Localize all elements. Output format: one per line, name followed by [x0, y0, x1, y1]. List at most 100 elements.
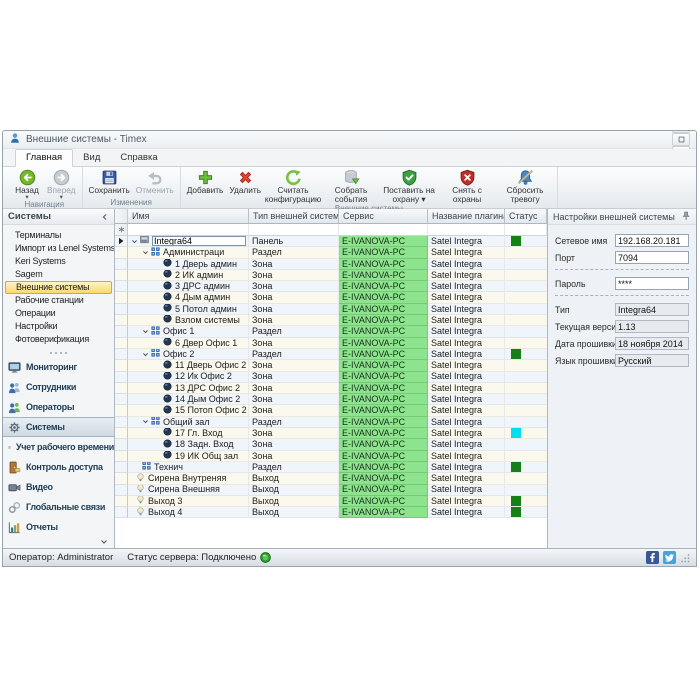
expand-arrow[interactable]	[141, 249, 150, 256]
save-button[interactable]: Сохранить	[86, 168, 133, 195]
ribbon-tab[interactable]: Вид	[73, 150, 110, 166]
node-name-label: 12 Ик Офис 2	[175, 372, 232, 382]
field-input[interactable]	[615, 234, 689, 247]
expand-arrow[interactable]	[141, 328, 150, 335]
filter-cell[interactable]	[339, 224, 428, 236]
nav-item-operators[interactable]: Операторы	[3, 397, 114, 417]
collapse-left-icon[interactable]	[101, 213, 109, 221]
expand-arrow[interactable]	[141, 351, 150, 358]
filter-cell[interactable]	[428, 224, 505, 236]
table-row[interactable]: 11 Дверь Офис 2ЗонаE-IVANOVA-PCSatel Int…	[115, 360, 547, 371]
collapse-left-icon[interactable]	[101, 209, 109, 226]
facebook-icon[interactable]	[646, 551, 659, 564]
arm-button[interactable]: Поставить на охрану ▾	[380, 168, 438, 204]
table-row[interactable]: 17 Гл. ВходЗонаE-IVANOVA-PCSatel Integra	[115, 428, 547, 439]
cell-name: 14 Дым Офис 2	[128, 394, 249, 405]
nav-item-monitoring[interactable]: Мониторинг	[3, 357, 114, 377]
table-row[interactable]: ПанельE-IVANOVA-PCSatel Integra	[115, 236, 547, 247]
sidebar-item[interactable]: Sagem	[3, 268, 114, 281]
field-separator	[555, 295, 689, 296]
read-config-button[interactable]: Считать конфигурацию	[264, 168, 322, 204]
table-row[interactable]: Офис 1РазделE-IVANOVA-PCSatel Integra	[115, 326, 547, 337]
facebook-icon[interactable]	[646, 551, 659, 564]
disarm-button[interactable]: Снять с охраны	[438, 168, 496, 204]
add-button[interactable]: Добавить	[184, 168, 227, 195]
nav-item-access[interactable]: Контроль доступа	[3, 457, 114, 477]
twitter-icon[interactable]	[663, 551, 676, 564]
nav-item-links[interactable]: Глобальные связи	[3, 497, 114, 517]
sidebar-splitter[interactable]	[3, 348, 114, 357]
expand-arrow[interactable]	[130, 238, 139, 245]
title-bar[interactable]: Внешние системы - Timex	[3, 131, 696, 149]
maximize-button[interactable]	[672, 133, 690, 146]
sidebar-item[interactable]: Настройки	[3, 320, 114, 333]
table-row[interactable]: 2 ИК админЗонаE-IVANOVA-PCSatel Integra	[115, 270, 547, 281]
column-header[interactable]: Имя	[128, 209, 249, 224]
table-row[interactable]: Сирена ВнутреняяВыходE-IVANOVA-PCSatel I…	[115, 473, 547, 484]
zone-icon	[163, 360, 172, 368]
nav-item-time[interactable]: Учет рабочего времени	[3, 437, 114, 457]
ribbon-tab[interactable]: Справка	[110, 150, 167, 166]
table-row[interactable]: Офис 2РазделE-IVANOVA-PCSatel Integra	[115, 349, 547, 360]
expand-arrow[interactable]	[141, 418, 150, 425]
filter-cell[interactable]	[505, 224, 547, 236]
table-row[interactable]: 13 ДРС Офис 2ЗонаE-IVANOVA-PCSatel Integ…	[115, 383, 547, 394]
reset-alarm-button[interactable]: Сбросить тревогу	[496, 168, 554, 204]
nav-item-systems[interactable]: Системы	[3, 417, 114, 437]
sidebar-group-header[interactable]: Системы	[3, 209, 114, 225]
forward-button[interactable]: Вперед▾	[44, 168, 79, 200]
table-row[interactable]: 15 Потоп Офис 2ЗонаE-IVANOVA-PCSatel Int…	[115, 405, 547, 416]
table-row[interactable]: 3 ДРС админЗонаE-IVANOVA-PCSatel Integra	[115, 281, 547, 292]
sidebar-item[interactable]: Терминалы	[3, 229, 114, 242]
ribbon-tab[interactable]: Главная	[15, 149, 73, 167]
table-row[interactable]: 4 Дым админЗонаE-IVANOVA-PCSatel Integra	[115, 292, 547, 303]
table-row[interactable]: 6 Двер Офис 1ЗонаE-IVANOVA-PCSatel Integ…	[115, 338, 547, 349]
cell-service: E-IVANOVA-PC	[339, 360, 428, 371]
delete-button[interactable]: Удалить	[226, 168, 264, 195]
nav-item-label: Операторы	[26, 402, 74, 412]
cell-name: Офис 2	[128, 349, 249, 360]
twitter-icon[interactable]	[663, 551, 676, 564]
table-row[interactable]: 14 Дым Офис 2ЗонаE-IVANOVA-PCSatel Integ…	[115, 394, 547, 405]
table-row[interactable]: 1 Дверь админЗонаE-IVANOVA-PCSatel Integ…	[115, 259, 547, 270]
name-editor-input[interactable]	[152, 236, 246, 246]
sidebar-item[interactable]: Внешние системы	[5, 281, 112, 294]
field-input[interactable]	[615, 251, 689, 264]
table-row[interactable]: Сирена ВнешняяВыходE-IVANOVA-PCSatel Int…	[115, 485, 547, 496]
resize-grip[interactable]	[680, 553, 690, 563]
collect-events-button[interactable]: Собрать события	[322, 168, 380, 204]
field-input[interactable]	[615, 277, 689, 290]
table-row[interactable]: Общий залРазделE-IVANOVA-PCSatel Integra	[115, 417, 547, 428]
table-row[interactable]: Взлом системыЗонаE-IVANOVA-PCSatel Integ…	[115, 315, 547, 326]
nav-item-video[interactable]: Видео	[3, 477, 114, 497]
cell-type: Панель	[249, 236, 339, 247]
sidebar-item[interactable]: Фотоверификация	[3, 333, 114, 346]
column-header[interactable]: Название плагина	[428, 209, 505, 224]
table-row[interactable]: 12 Ик Офис 2ЗонаE-IVANOVA-PCSatel Integr…	[115, 372, 547, 383]
table-row[interactable]: 19 ИК Общ залЗонаE-IVANOVA-PCSatel Integ…	[115, 451, 547, 462]
nav-item-employees[interactable]: Сотрудники	[3, 377, 114, 397]
column-header[interactable]: Тип внешней системы	[249, 209, 339, 224]
filter-cell[interactable]	[128, 224, 249, 236]
table-row[interactable]: Выход 4ВыходE-IVANOVA-PCSatel Integra	[115, 507, 547, 518]
column-header[interactable]: Статус	[505, 209, 547, 224]
table-row[interactable]: 18 Задн. ВходЗонаE-IVANOVA-PCSatel Integ…	[115, 439, 547, 450]
pin-icon[interactable]	[681, 211, 691, 221]
column-header[interactable]: Сервис	[339, 209, 428, 224]
sidebar-item[interactable]: Keri Systems	[3, 255, 114, 268]
table-filter-row	[115, 224, 547, 236]
pin-icon[interactable]	[681, 208, 691, 226]
nav-item-reports[interactable]: Отчеты	[3, 517, 114, 537]
sidebar-item[interactable]: Рабочие станции	[3, 294, 114, 307]
undo-button[interactable]: Отменить	[133, 168, 177, 195]
sidebar-item[interactable]: Операции	[3, 307, 114, 320]
filter-cell[interactable]	[249, 224, 339, 236]
table-row[interactable]: Выход 3ВыходE-IVANOVA-PCSatel Integra	[115, 496, 547, 507]
chevron-down-icon[interactable]	[100, 538, 108, 546]
node-name-label: 6 Двер Офис 1	[175, 338, 237, 348]
table-row[interactable]: ТехничРазделE-IVANOVA-PCSatel Integra	[115, 462, 547, 473]
table-row[interactable]: АдминистрациРазделE-IVANOVA-PCSatel Inte…	[115, 247, 547, 258]
sidebar-item[interactable]: Импорт из Lenel Systems	[3, 242, 114, 255]
back-button[interactable]: Назад▾	[10, 168, 44, 200]
table-row[interactable]: 5 Потол админЗонаE-IVANOVA-PCSatel Integ…	[115, 304, 547, 315]
